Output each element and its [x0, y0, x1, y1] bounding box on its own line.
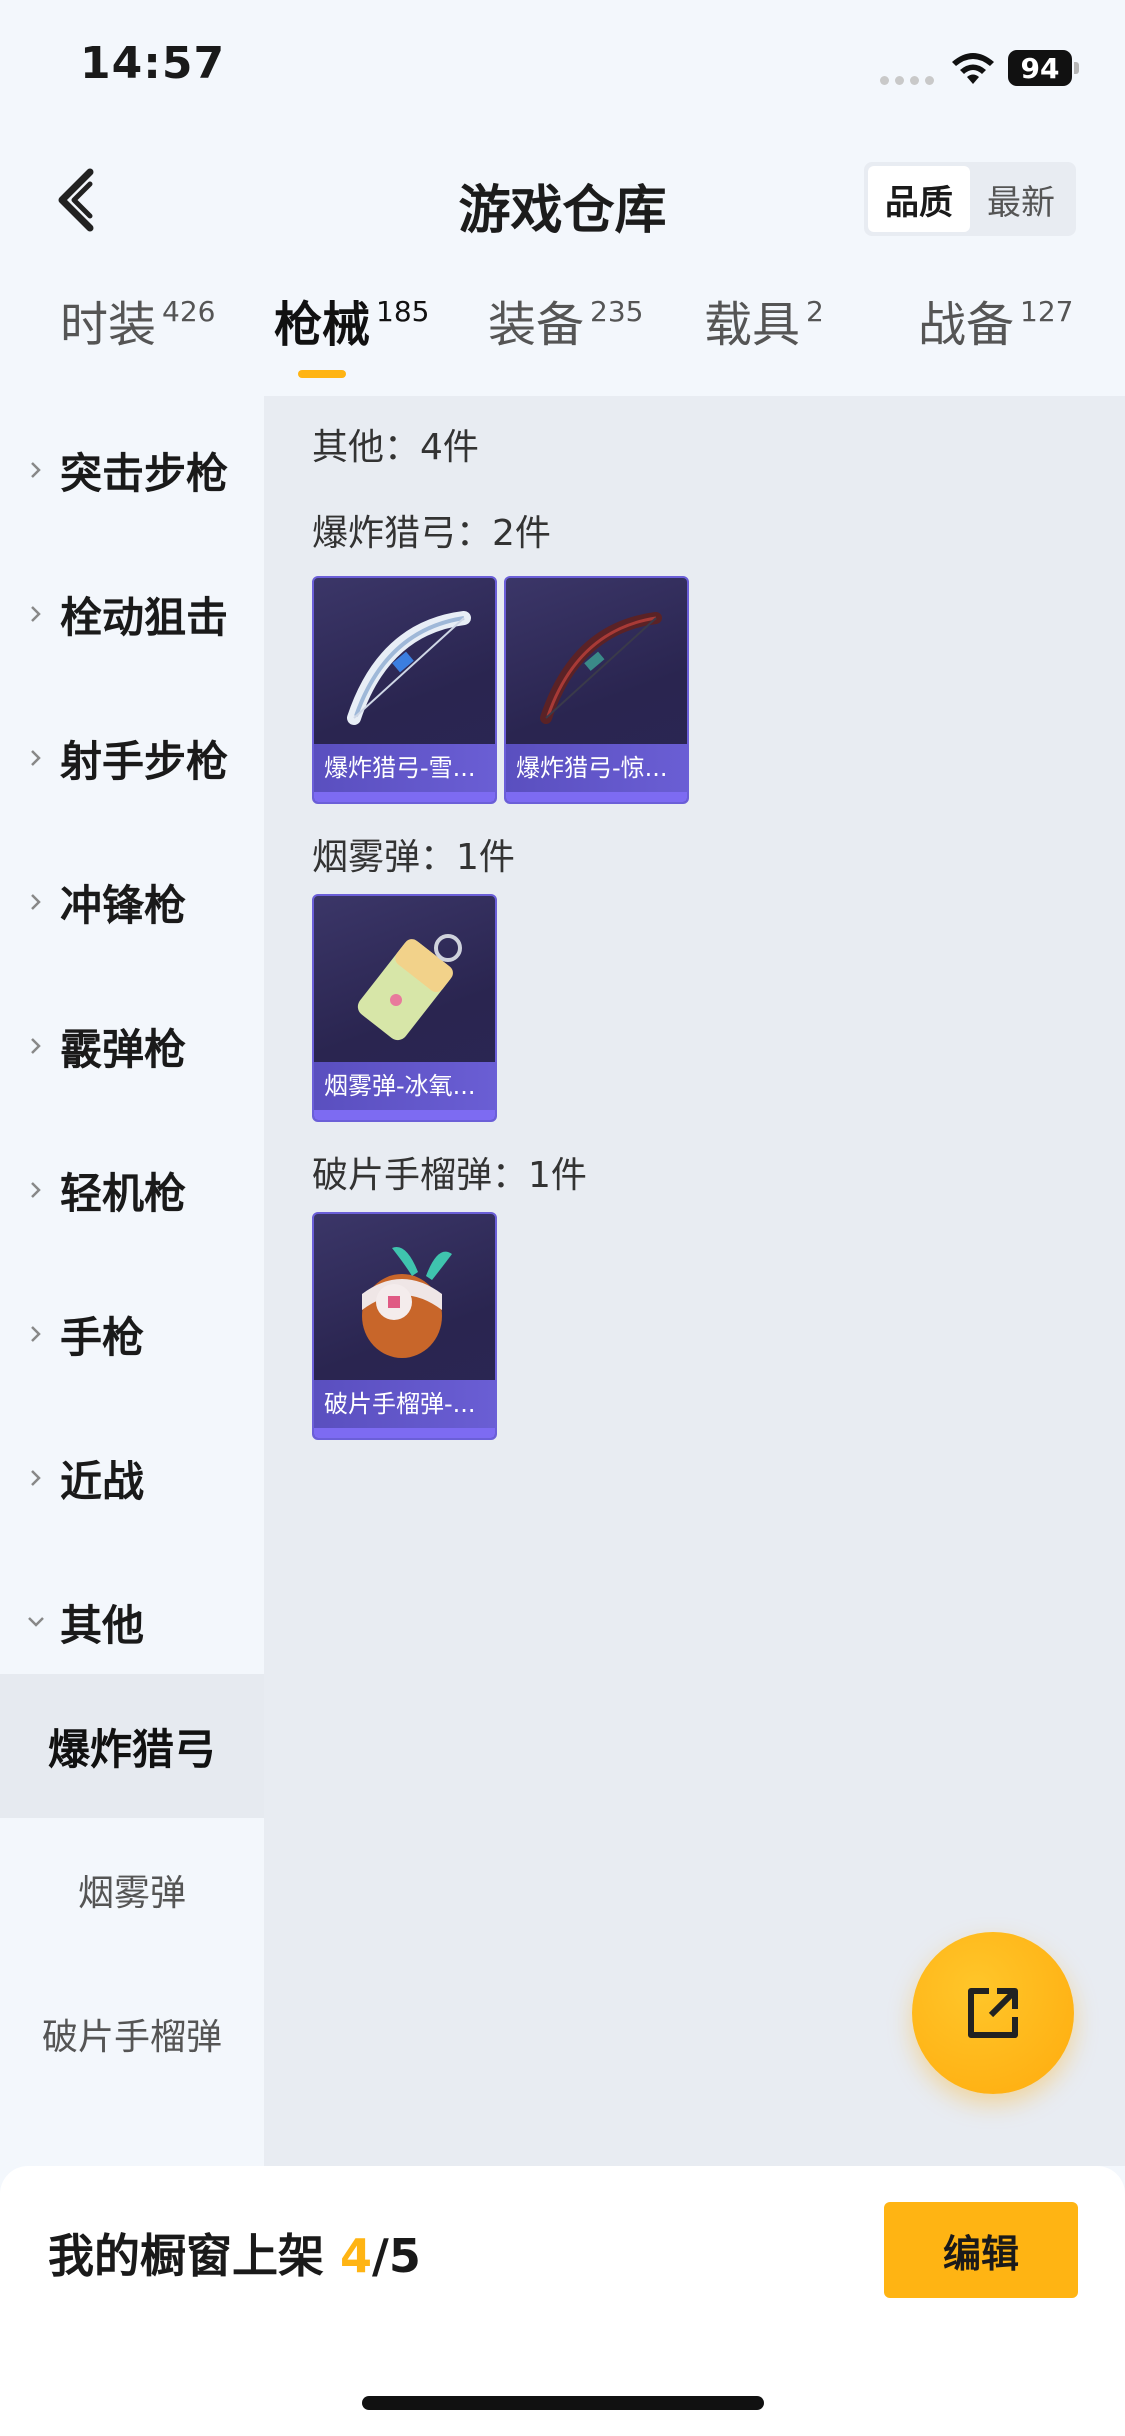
chevron-right-icon	[31, 1182, 41, 1198]
chevron-right-icon	[31, 894, 41, 910]
item-card-label: 破片手榴弹-...	[314, 1380, 495, 1428]
active-tab-indicator	[298, 370, 346, 378]
sidebar-item-lmg[interactable]: 轻机枪	[0, 1118, 264, 1262]
tab-label: 战备	[918, 297, 1015, 353]
tab-label: 枪械	[274, 297, 371, 353]
nav-header: 游戏仓库 品质 最新	[0, 140, 1125, 260]
status-bar: 14:57 94	[0, 0, 1125, 140]
tab-equipment[interactable]: 装备 235	[488, 290, 643, 380]
sidebar-item-label: 突击步枪	[60, 448, 229, 498]
summary-count: 其他：4件	[312, 427, 479, 468]
chevron-right-icon	[31, 750, 41, 766]
status-time: 14:57	[80, 38, 226, 89]
category-sidebar: 突击步枪 栓动狙击 射手步枪 冲锋枪 霰弹枪 轻机枪 手枪 近战 其他 爆炸猎弓…	[0, 396, 264, 2166]
tab-label: 装备	[488, 297, 585, 353]
tab-count: 185	[376, 295, 430, 328]
sidebar-item-label: 霰弹枪	[60, 1024, 187, 1074]
item-card-label: 烟雾弹-冰氧...	[314, 1062, 495, 1110]
chevron-down-icon	[28, 1617, 44, 1627]
item-card[interactable]: 破片手榴弹-...	[312, 1212, 497, 1440]
group-title: 爆炸猎弓：2件	[312, 513, 551, 554]
group-title: 破片手榴弹：1件	[312, 1155, 587, 1196]
home-indicator	[362, 2396, 764, 2410]
explosive-bow-image	[347, 611, 471, 725]
showcase-status: 我的橱窗上架 4/5	[48, 2220, 421, 2286]
tab-count: 127	[1020, 295, 1074, 328]
sidebar-item-shotgun[interactable]: 霰弹枪	[0, 974, 264, 1118]
sidebar-item-marksman-rifle[interactable]: 射手步枪	[0, 686, 264, 830]
frag-grenade-image	[362, 1247, 452, 1358]
share-external-icon	[968, 1988, 1018, 2038]
sort-toggle: 品质 最新	[864, 162, 1076, 236]
sidebar-item-label: 射手步枪	[60, 736, 229, 786]
sidebar-item-assault-rifle[interactable]: 突击步枪	[0, 398, 264, 542]
item-card[interactable]: 爆炸猎弓-惊...	[504, 576, 689, 804]
category-tabs: 时装 426 枪械 185 装备 235 载具 2 战备 127	[0, 290, 1125, 390]
sidebar-item-label: 栓动狙击	[60, 592, 229, 642]
tab-tactical[interactable]: 战备 127	[918, 290, 1073, 380]
tab-vehicles[interactable]: 载具 2	[704, 290, 824, 380]
sidebar-item-label: 其他	[60, 1600, 145, 1650]
item-card-label: 爆炸猎弓-雪...	[314, 744, 495, 792]
sidebar-item-melee[interactable]: 近战	[0, 1406, 264, 1550]
group-title: 烟雾弹：1件	[312, 837, 515, 878]
tab-firearms[interactable]: 枪械 185	[274, 290, 429, 380]
chevron-right-icon	[31, 606, 41, 622]
sidebar-item-smg[interactable]: 冲锋枪	[0, 830, 264, 974]
tab-count: 235	[590, 295, 644, 328]
explosive-bow-image	[540, 612, 662, 724]
showcase-label: 我的橱窗上架	[48, 2229, 324, 2283]
tab-label: 时装	[60, 297, 157, 353]
wifi-icon	[952, 53, 994, 84]
chevron-right-icon	[31, 462, 41, 478]
sidebar-item-label: 手枪	[60, 1312, 145, 1362]
sidebar-item-other[interactable]: 其他	[0, 1550, 264, 1694]
battery-tip	[1074, 62, 1079, 74]
tab-label: 载具	[704, 297, 801, 353]
sidebar-sub-frag-grenade[interactable]: 破片手榴弹	[0, 1962, 264, 2106]
sidebar-sub-explosive-bow[interactable]: 爆炸猎弓	[0, 1674, 264, 1818]
item-card-label: 爆炸猎弓-惊...	[506, 744, 687, 792]
smoke-grenade-image	[357, 934, 462, 1041]
battery-indicator: 94	[1008, 50, 1072, 86]
sidebar-item-label: 冲锋枪	[60, 880, 187, 930]
tab-count: 2	[806, 295, 824, 328]
chevron-right-icon	[31, 1326, 41, 1342]
tab-count: 426	[162, 295, 216, 328]
sidebar-sub-smoke-grenade[interactable]: 烟雾弹	[0, 1818, 264, 1962]
sidebar-item-bolt-sniper[interactable]: 栓动狙击	[0, 542, 264, 686]
item-grid: 其他：4件 爆炸猎弓：2件 爆炸猎弓-雪... 爆炸猎弓-惊... 烟雾弹：1件…	[264, 396, 1125, 2166]
sidebar-item-pistol[interactable]: 手枪	[0, 1262, 264, 1406]
edit-button[interactable]: 编辑	[884, 2202, 1078, 2298]
item-card[interactable]: 烟雾弹-冰氧...	[312, 894, 497, 1122]
chevron-right-icon	[31, 1470, 41, 1486]
tab-fashion[interactable]: 时装 426	[60, 290, 215, 380]
sidebar-item-label: 近战	[60, 1456, 145, 1506]
share-button[interactable]	[912, 1932, 1074, 2094]
cellular-signal-icon	[880, 76, 934, 85]
showcase-count: 4	[340, 2229, 373, 2283]
sort-by-quality[interactable]: 品质	[868, 166, 970, 232]
chevron-right-icon	[31, 1038, 41, 1054]
showcase-total: /5	[372, 2229, 421, 2283]
sidebar-item-label: 轻机枪	[60, 1168, 187, 1218]
sort-by-newest[interactable]: 最新	[970, 166, 1072, 232]
item-card[interactable]: 爆炸猎弓-雪...	[312, 576, 497, 804]
